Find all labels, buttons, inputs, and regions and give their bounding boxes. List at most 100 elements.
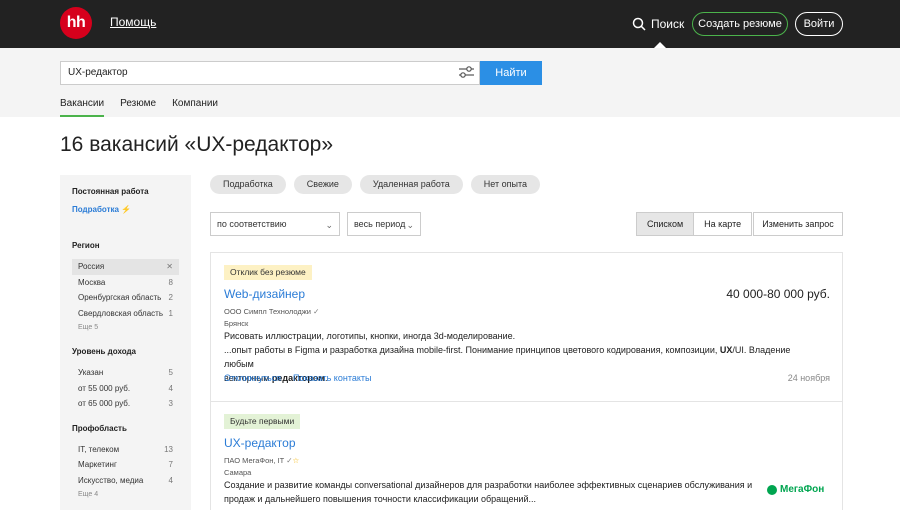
view-toggle: Списком На карте — [636, 212, 753, 236]
income-item[interactable]: от 65 000 руб. 3 — [72, 396, 179, 412]
employment-title[interactable]: Постоянная работа — [72, 187, 179, 196]
highlight: UX — [719, 345, 733, 355]
region-label: Москва — [78, 277, 106, 287]
hh-logo[interactable]: hh — [60, 7, 92, 39]
prof-label: Маркетинг — [78, 460, 117, 469]
vacancy-card: Будьте первыми UX-редактор ПАО МегаФон, … — [210, 401, 843, 510]
prof-more-link[interactable]: Еще 4 — [72, 491, 179, 498]
income-count: 4 — [168, 383, 173, 393]
megafon-logo-text: МегаФон — [780, 484, 825, 495]
apply-link[interactable]: Откликнуться — [224, 373, 281, 383]
search-input[interactable]: UX-редактор — [60, 61, 480, 85]
vacancy-city: Самара — [224, 468, 252, 477]
megafon-mark-icon — [767, 484, 777, 495]
show-contacts-link[interactable]: Показать контакты — [293, 373, 371, 383]
chip-fresh[interactable]: Свежие — [293, 175, 352, 194]
region-title: Регион — [72, 241, 100, 250]
search-nav-label: Поиск — [651, 17, 685, 31]
income-title: Уровень дохода — [72, 347, 137, 356]
region-count: 8 — [168, 277, 173, 287]
chip-no-experience[interactable]: Нет опыта — [470, 175, 540, 194]
region-more-link[interactable]: Еще 5 — [72, 324, 179, 331]
vacancy-salary: 40 000-80 000 руб. — [726, 287, 830, 301]
prof-item[interactable]: IT, телеком 13 — [72, 442, 179, 458]
company-link[interactable]: ПАО МегаФон, IT ✓☆ — [224, 456, 299, 465]
region-label: Россия — [78, 262, 105, 271]
top-navbar: hh Помощь Поиск Создать резюме Войти — [0, 0, 900, 48]
region-item[interactable]: Свердловская область 1 — [72, 306, 179, 322]
description-line: Создание и развитие команды conversation… — [224, 480, 753, 490]
quick-filters: Подработка Свежие Удаленная работа Нет о… — [210, 175, 540, 194]
help-link[interactable]: Помощь — [110, 15, 156, 29]
period-select[interactable]: весь период ⌄ — [347, 212, 421, 236]
view-list-button[interactable]: Списком — [637, 213, 695, 235]
vacancy-title[interactable]: Web-дизайнер — [224, 287, 305, 301]
income-label: Указан — [78, 368, 104, 377]
page-title: 16 вакансий «UX-редактор» — [60, 133, 334, 156]
income-item[interactable]: от 55 000 руб. 4 — [72, 381, 179, 397]
filters-sidebar: Постоянная работа Подработка ⚡ Регион Ро… — [60, 175, 191, 510]
tab-resumes[interactable]: Резюме — [120, 98, 156, 117]
region-item[interactable]: Оренбургская область 2 — [72, 290, 179, 306]
view-map-button[interactable]: На карте — [694, 213, 751, 235]
create-resume-button[interactable]: Создать резюме — [692, 12, 788, 36]
vacancy-city: Брянск — [224, 319, 249, 328]
login-button[interactable]: Войти — [795, 12, 843, 36]
prof-title: Профобласть — [72, 423, 127, 433]
chevron-down-icon: ⌄ — [325, 220, 333, 230]
description-line: ...опыт работы в Figma и разработка диза… — [224, 343, 804, 371]
find-button[interactable]: Найти — [480, 61, 542, 85]
income-label: от 55 000 руб. — [78, 383, 131, 393]
prof-count: 13 — [164, 444, 173, 454]
verified-check-icon: ✓ — [313, 307, 320, 316]
part-time-link[interactable]: Подработка ⚡ — [72, 205, 179, 214]
vacancy-description: Создание и развитие команды conversation… — [224, 478, 754, 506]
sort-select[interactable]: по соответствию ⌄ — [210, 212, 340, 236]
prof-item[interactable]: Маркетинг 7 — [72, 457, 179, 473]
vacancy-date: 24 ноября — [787, 373, 830, 383]
text-part: ...опыт работы в Figma и разработка диза… — [224, 345, 720, 355]
sort-value: по соответствию — [217, 219, 287, 229]
filter-settings-icon[interactable] — [458, 65, 475, 79]
tab-companies[interactable]: Компании — [172, 98, 218, 117]
company-link[interactable]: ООО Симпл Технолоджи ✓ — [224, 307, 319, 316]
status-badge: Отклик без резюме — [224, 265, 312, 280]
income-count: 5 — [168, 368, 173, 377]
search-tabs: Вакансии Резюме Компании — [60, 98, 218, 117]
income-label: от 65 000 руб. — [78, 399, 131, 408]
vacancy-card: Отклик без резюме Web-дизайнер 40 000-80… — [210, 252, 843, 402]
star-icon: ☆ — [292, 456, 300, 465]
close-icon[interactable]: ✕ — [166, 259, 173, 275]
region-count: 1 — [168, 308, 173, 318]
chevron-down-icon: ⌄ — [406, 220, 414, 230]
search-panel: UX-редактор Найти Вакансии Резюме Компан… — [0, 48, 900, 117]
tab-vacancies[interactable]: Вакансии — [60, 98, 105, 117]
lightning-icon: ⚡ — [121, 205, 132, 214]
prof-label: IT, телеком — [78, 444, 120, 454]
description-line: Рисовать иллюстрации, логотипы, кнопки, … — [224, 331, 516, 341]
vacancy-title[interactable]: UX-редактор — [224, 436, 296, 450]
megafon-logo[interactable]: МегаФон — [767, 484, 824, 495]
region-count: 2 — [168, 293, 173, 302]
status-badge: Будьте первыми — [224, 414, 301, 429]
search-nav-button[interactable]: Поиск — [632, 14, 684, 34]
company-name: ООО Симпл Технолоджи — [224, 307, 311, 316]
prof-item[interactable]: Искусство, медиа 4 — [72, 473, 179, 489]
chip-part-time[interactable]: Подработка — [210, 175, 286, 194]
prof-count: 7 — [168, 460, 173, 469]
part-time-label: Подработка — [72, 205, 119, 214]
income-item[interactable]: Указан 5 — [72, 365, 179, 381]
income-count: 3 — [168, 399, 173, 408]
period-value: весь период — [354, 219, 406, 229]
search-icon — [632, 17, 646, 31]
prof-label: Искусство, медиа — [78, 475, 144, 485]
prof-count: 4 — [168, 475, 173, 485]
description-line: продаж и дальнейшего повышения точности … — [224, 494, 536, 504]
chip-remote[interactable]: Удаленная работа — [359, 175, 463, 194]
edit-query-button[interactable]: Изменить запрос — [753, 212, 843, 236]
region-item[interactable]: Россия ✕ — [72, 259, 179, 275]
company-name: ПАО МегаФон, IT — [224, 456, 285, 465]
region-label: Оренбургская область — [78, 293, 162, 302]
region-label: Свердловская область — [78, 308, 163, 318]
region-item[interactable]: Москва 8 — [72, 275, 179, 291]
